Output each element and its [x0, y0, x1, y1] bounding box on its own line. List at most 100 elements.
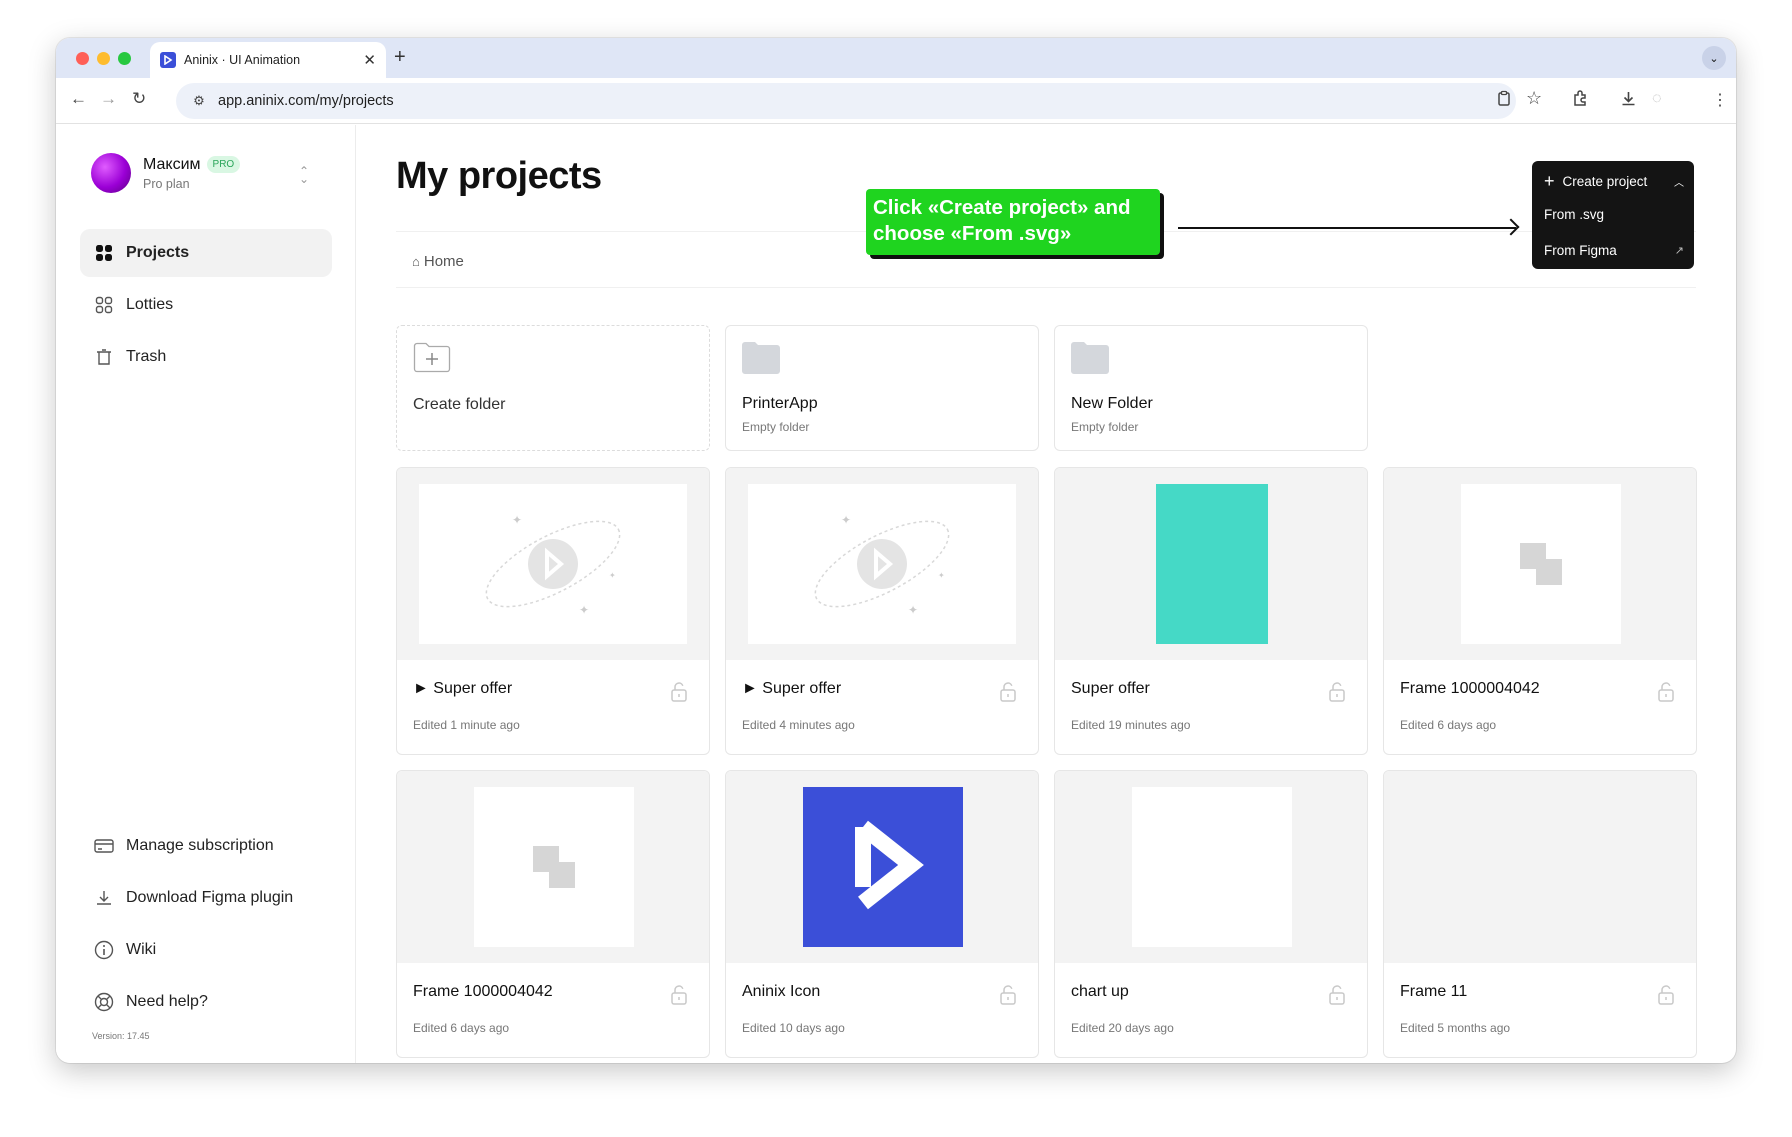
aninix-logo-icon [855, 820, 924, 910]
tab-search-chevron-icon[interactable]: ⌄ [1702, 46, 1726, 70]
svg-text:✦: ✦ [908, 603, 918, 617]
project-edited: Edited 6 days ago [1400, 718, 1497, 732]
project-name: Super offer [1071, 680, 1150, 697]
create-folder-card[interactable]: Create folder [396, 325, 710, 451]
sidebar-item-label: Wiki [126, 941, 157, 958]
breadcrumb-home: Home [423, 253, 464, 270]
project-edited: Edited 5 months ago [1400, 1021, 1511, 1035]
squares-icon [1520, 543, 1562, 585]
forward-arrow-icon[interactable]: → [100, 89, 117, 109]
project-card[interactable]: Aninix Icon Edited 10 days ago [725, 770, 1039, 1058]
sidebar-item-manage-subscription[interactable]: Manage subscription [80, 822, 332, 870]
project-card[interactable]: Super offer Edited 19 minutes ago [1054, 467, 1368, 755]
address-bar[interactable]: ⚙ app.aninix.com/my/projects [176, 83, 1516, 119]
unlock-icon[interactable] [1000, 682, 1016, 702]
project-card[interactable]: chart up Edited 20 days ago [1054, 770, 1368, 1058]
project-card[interactable]: Frame 1000004042 Edited 6 days ago [396, 770, 710, 1058]
extensions-icon[interactable] [1572, 90, 1589, 112]
browser-menu-icon[interactable]: ⋮ [1712, 90, 1728, 110]
unlock-icon[interactable] [1658, 682, 1674, 702]
unlock-icon[interactable] [1658, 985, 1674, 1005]
divider [396, 287, 1696, 288]
unlock-icon[interactable] [1329, 682, 1345, 702]
sidebar: Максим PRO Pro plan ⌃ ⌄ Projects Lotties T… [56, 125, 356, 1063]
callout-arrow [1178, 227, 1516, 229]
folder-icon [742, 342, 780, 374]
menu-item-from-svg[interactable]: From .svg [1544, 207, 1684, 222]
project-thumbnail: ✦ ✦ ✦ [397, 468, 709, 660]
clipboard-icon[interactable] [1496, 90, 1512, 111]
sidebar-item-download-figma-plugin[interactable]: Download Figma plugin [80, 874, 332, 922]
folder-subtitle: Empty folder [1071, 420, 1139, 434]
svg-text:✦: ✦ [609, 571, 616, 580]
project-edited: Edited 19 minutes ago [1071, 718, 1191, 732]
sidebar-item-need-help[interactable]: Need help? [80, 978, 332, 1026]
create-project-menu: + Create project ︿ From .svg From Figma … [1532, 161, 1694, 269]
page-title: My projects [396, 155, 602, 197]
project-card[interactable]: Frame 11 Edited 5 months ago [1383, 770, 1697, 1058]
unlock-icon[interactable] [1000, 985, 1016, 1005]
breadcrumb[interactable]: ⌂ Home [412, 253, 464, 270]
folder-subtitle: Empty folder [742, 420, 810, 434]
chevron-up-icon: ︿ [1674, 178, 1684, 189]
project-card[interactable]: ✦ ✦ ✦ ► Super offer Edited 1 minute ago [396, 467, 710, 755]
site-settings-icon[interactable]: ⚙ [188, 90, 210, 112]
download-icon[interactable] [1620, 90, 1637, 112]
close-window-button[interactable] [76, 52, 89, 65]
unlock-icon[interactable] [1329, 985, 1345, 1005]
home-icon: ⌂ [412, 254, 420, 269]
window-controls [76, 52, 131, 65]
project-name: ► Super offer [742, 680, 842, 697]
project-thumbnail [1055, 468, 1367, 660]
grid-outline-icon [94, 295, 114, 315]
reload-icon[interactable]: ↻ [132, 89, 146, 109]
project-name: Aninix Icon [742, 983, 821, 1000]
project-card[interactable]: ✦ ✦ ✦ ► Super offer Edited 4 minutes ago [725, 467, 1039, 755]
profile-icon[interactable]: ◌ [1652, 90, 1662, 108]
svg-text:✦: ✦ [512, 513, 522, 527]
tab-title: Aninix · UI Animation [184, 53, 301, 67]
folder-name: PrinterApp [742, 395, 818, 412]
project-edited: Edited 4 minutes ago [742, 718, 855, 732]
url-text: app.aninix.com/my/projects [218, 93, 394, 109]
tutorial-callout: Click «Create project» and choose «From … [866, 189, 1160, 255]
browser-tab[interactable]: Aninix · UI Animation ✕ [150, 42, 386, 78]
project-thumbnail [397, 771, 709, 963]
sidebar-item-label: Trash [126, 348, 167, 365]
pro-badge: PRO [206, 155, 241, 173]
browser-window: Aninix · UI Animation ✕ + ⌄ ← → ↻ ⚙ app.… [56, 38, 1736, 1063]
project-thumbnail: ✦ ✦ ✦ [726, 468, 1038, 660]
folder-card[interactable]: PrinterApp Empty folder [725, 325, 1039, 451]
tab-close-icon[interactable]: ✕ [363, 51, 376, 69]
grid-icon [94, 243, 114, 263]
project-name: Frame 1000004042 [1400, 680, 1540, 697]
unlock-icon[interactable] [671, 682, 687, 702]
plan-label: Pro plan [143, 176, 190, 191]
new-tab-button[interactable]: + [394, 46, 406, 69]
menu-item-from-figma[interactable]: From Figma ↗ [1544, 243, 1684, 258]
bookmark-star-icon[interactable]: ☆ [1526, 88, 1542, 109]
unlock-icon[interactable] [671, 985, 687, 1005]
project-name: Frame 11 [1400, 983, 1468, 1000]
sidebar-item-trash[interactable]: Trash [80, 333, 332, 381]
chevron-up-down-icon[interactable]: ⌃ ⌄ [299, 165, 309, 185]
lifebuoy-icon [94, 992, 114, 1012]
aninix-favicon-icon [160, 52, 176, 68]
sidebar-item-projects[interactable]: Projects [80, 229, 332, 277]
minimize-window-button[interactable] [97, 52, 110, 65]
project-edited: Edited 20 days ago [1071, 1021, 1174, 1035]
maximize-window-button[interactable] [118, 52, 131, 65]
sidebar-item-lotties[interactable]: Lotties [80, 281, 332, 329]
project-card[interactable]: Frame 1000004042 Edited 6 days ago [1383, 467, 1697, 755]
svg-text:✦: ✦ [579, 603, 589, 617]
placeholder-logo-icon: ✦ ✦ ✦ [485, 513, 621, 617]
main-content: My projects ⌂ Home Click «Create project… [356, 125, 1736, 1063]
sidebar-item-wiki[interactable]: Wiki [80, 926, 332, 974]
avatar [91, 153, 131, 193]
back-arrow-icon[interactable]: ← [70, 89, 87, 109]
user-menu[interactable]: Максим PRO Pro plan [91, 153, 241, 193]
create-project-button[interactable]: + Create project ︿ [1544, 171, 1684, 192]
project-thumbnail [1384, 468, 1696, 660]
folder-card[interactable]: New Folder Empty folder [1054, 325, 1368, 451]
browser-toolbar: ← → ↻ ⚙ app.aninix.com/my/projects ☆ ◌ ⋮ [56, 78, 1736, 124]
